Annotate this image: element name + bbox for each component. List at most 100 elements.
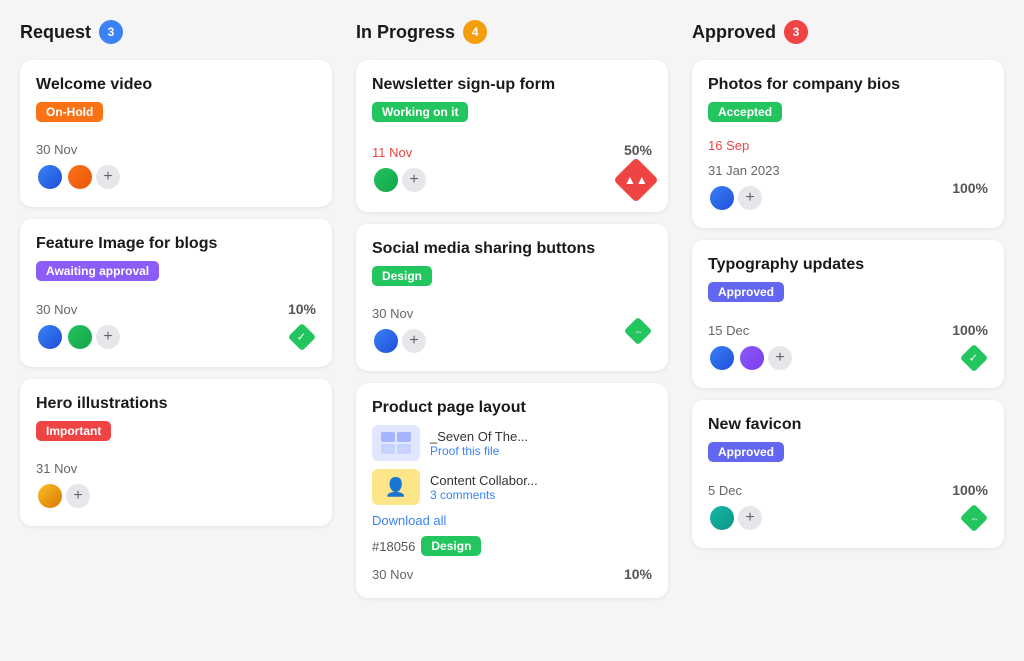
card-date: 5 Dec [708,483,762,498]
card-footer: 11 Nov + 50% ▲▲ [372,142,652,196]
tag-approved: Approved [708,442,784,462]
hash-tag-row: #18056 Design [372,536,652,556]
arrows-icon [960,504,988,532]
card-new-favicon: New favicon Approved 5 Dec + 100% [692,400,1004,548]
card-title: Product page layout [372,399,652,417]
file-thumbnail [372,425,420,461]
card-date: 31 Nov [36,461,90,476]
column-badge-request: 3 [99,20,123,44]
card-date: 31 Jan 2023 [708,163,780,178]
file-thumbnail: 👤 [372,469,420,505]
card-hero-illustrations: Hero illustrations Important 31 Nov + [20,379,332,526]
proof-file-link[interactable]: Proof this file [430,444,528,458]
avatars: + [372,327,426,355]
column-badge-approved: 3 [784,20,808,44]
download-all-link[interactable]: Download all [372,513,652,528]
card-feature-image: Feature Image for blogs Awaiting approva… [20,219,332,367]
check-icon [960,344,988,372]
card-title: New favicon [708,416,988,434]
add-avatar-button[interactable]: + [402,168,426,192]
avatars: + [708,184,780,212]
column-badge-in-progress: 4 [463,20,487,44]
card-footer: 30 Nov + [36,142,316,191]
card-date: 30 Nov [36,302,120,317]
add-avatar-button[interactable]: + [66,484,90,508]
arrow-up-icon: ▲▲ [613,157,658,202]
add-avatar-button[interactable]: + [738,506,762,530]
avatar [708,184,736,212]
progress-percent: 100% [952,322,988,338]
progress-percent: 10% [288,301,316,317]
avatars: + [36,482,90,510]
avatar [66,163,94,191]
card-title: Newsletter sign-up form [372,76,652,94]
card-date: 30 Nov [372,306,426,321]
avatar [708,344,736,372]
tag-important: Important [36,421,111,441]
card-footer: 30 Nov + [372,306,652,355]
file-info: _Seven Of The... Proof this file [430,429,528,458]
avatar [372,166,400,194]
card-footer: 30 Nov 10% [372,566,652,582]
card-date: 30 Nov [36,142,120,157]
tag-onhold: On-Hold [36,102,103,122]
card-title: Social media sharing buttons [372,240,652,258]
add-avatar-button[interactable]: + [402,329,426,353]
tag-approved: Approved [708,282,784,302]
card-title: Welcome video [36,76,316,94]
check-icon [288,323,316,351]
column-in-progress: In Progress 4 Newsletter sign-up form Wo… [356,20,668,610]
card-date: 11 Nov [372,145,426,160]
tag-design: Design [421,536,481,556]
avatar [36,163,64,191]
card-newsletter: Newsletter sign-up form Working on it 11… [356,60,668,212]
avatars: + [372,166,426,194]
progress-percent: 50% [624,142,652,158]
card-footer: 15 Dec + 100% [708,322,988,372]
avatars: + [36,323,120,351]
avatar [738,344,766,372]
file-name: Content Collabor... [430,473,538,488]
column-header-request: Request 3 [20,20,332,44]
card-photos-bios: Photos for company bios Accepted 16 Sep … [692,60,1004,228]
card-title: Feature Image for blogs [36,235,316,253]
add-avatar-button[interactable]: + [768,346,792,370]
tag-working: Working on it [372,102,468,122]
column-request: Request 3 Welcome video On-Hold 30 Nov +… [20,20,332,610]
add-avatar-button[interactable]: + [738,186,762,210]
add-avatar-button[interactable]: + [96,165,120,189]
column-header-in-progress: In Progress 4 [356,20,668,44]
card-footer: 30 Nov + 10% [36,301,316,351]
column-title-approved: Approved [692,22,776,43]
add-avatar-button[interactable]: + [96,325,120,349]
card-date-red: 16 Sep [708,138,988,153]
card-product-page: Product page layout _Seven Of The... Pro… [356,383,668,598]
card-footer: 5 Dec + 100% [708,482,988,532]
card-welcome-video: Welcome video On-Hold 30 Nov + [20,60,332,207]
card-footer: 31 Nov + [36,461,316,510]
card-title: Photos for company bios [708,76,988,94]
avatar [36,482,64,510]
arrows-icon [624,317,652,345]
file-name: _Seven Of The... [430,429,528,444]
card-footer: 31 Jan 2023 + 100% [708,163,988,212]
avatars: + [708,344,792,372]
tag-design: Design [372,266,432,286]
avatars: + [36,163,120,191]
column-title-request: Request [20,22,91,43]
card-date: 30 Nov [372,567,413,582]
file-info: Content Collabor... 3 comments [430,473,538,502]
avatar [708,504,736,532]
card-title: Typography updates [708,256,988,274]
card-title: Hero illustrations [36,395,316,413]
progress-percent: 100% [952,482,988,498]
file-row: _Seven Of The... Proof this file [372,425,652,461]
avatar [66,323,94,351]
card-date: 15 Dec [708,323,792,338]
tag-awaiting: Awaiting approval [36,261,159,281]
tag-accepted: Accepted [708,102,782,122]
kanban-board: Request 3 Welcome video On-Hold 30 Nov +… [20,20,1004,610]
comments-link[interactable]: 3 comments [430,488,538,502]
file-row: 👤 Content Collabor... 3 comments [372,469,652,505]
column-approved: Approved 3 Photos for company bios Accep… [692,20,1004,610]
